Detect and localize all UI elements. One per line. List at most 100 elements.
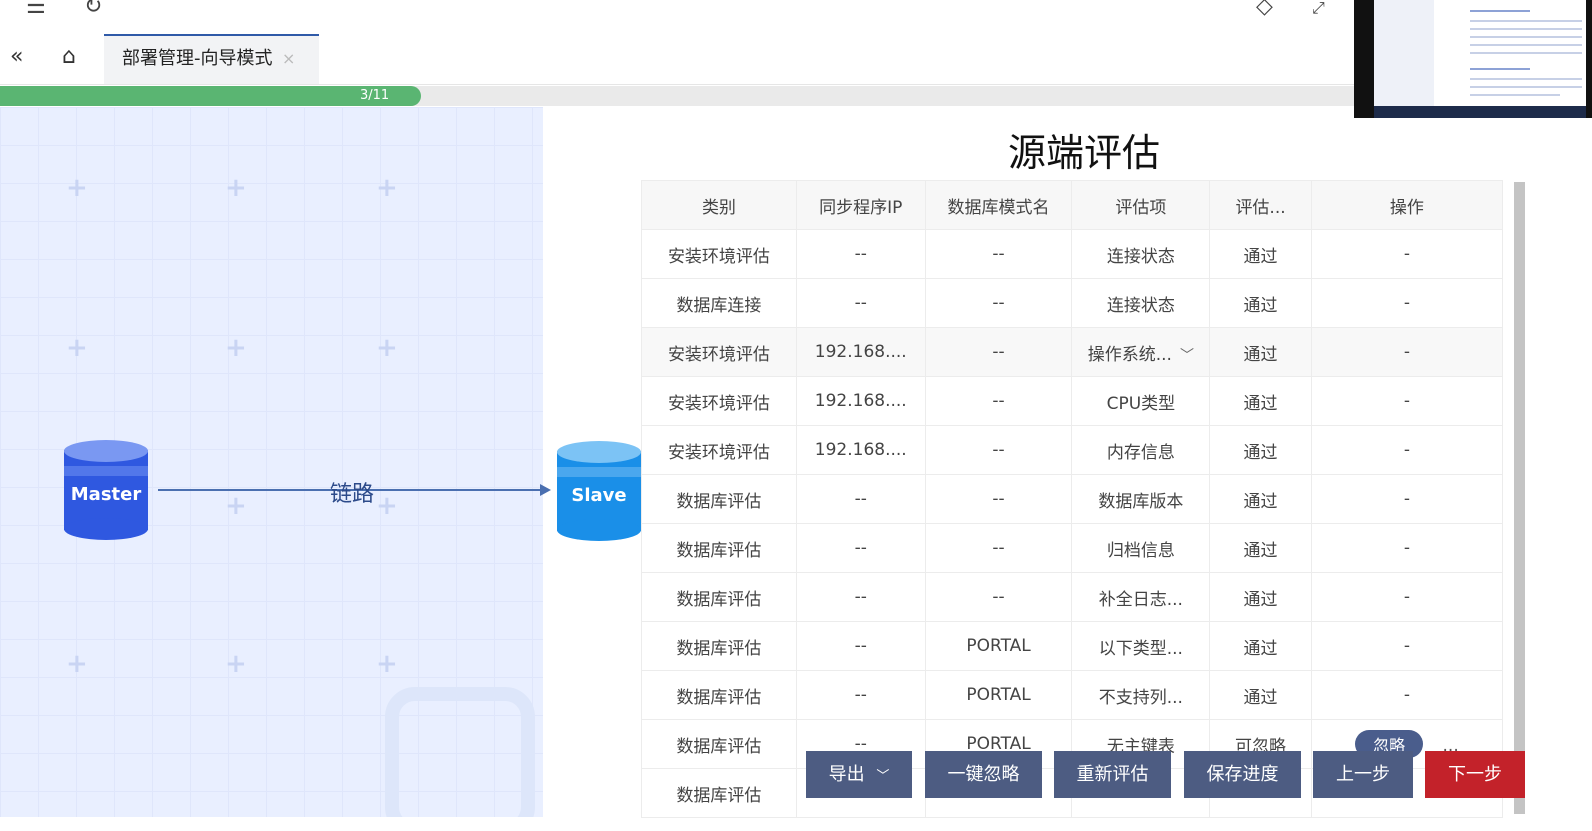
tab-deploy-wizard[interactable]: 部署管理-向导模式 × xyxy=(104,34,319,84)
next-step-button[interactable]: 下一步 xyxy=(1425,751,1525,798)
table-header-row: 类别 同步程序IP 数据库模式名 评估项 评估... 操作 xyxy=(641,180,1504,230)
table-row[interactable]: 数据库评估 -- PORTAL 不支持列... 通过 - xyxy=(641,670,1504,720)
column-header[interactable]: 数据库模式名 xyxy=(924,180,1073,230)
db-top xyxy=(557,441,641,463)
db-band xyxy=(64,466,148,476)
table-cell: 安装环境评估 xyxy=(641,229,797,279)
table-cell: - xyxy=(1310,327,1504,377)
grid-plus-icon: + xyxy=(225,491,247,521)
export-button[interactable]: 导出 ﹀ xyxy=(806,751,912,798)
table-row[interactable]: 数据库评估 -- -- 数据库版本 通过 - xyxy=(641,474,1504,524)
grid-plus-icon: + xyxy=(376,491,398,521)
table-cell: -- xyxy=(795,278,926,328)
table-cell: 安装环境评估 xyxy=(641,327,797,377)
table-cell: -- xyxy=(924,572,1073,622)
chevron-down-icon: ﹀ xyxy=(876,769,890,784)
table-cell: 通过 xyxy=(1209,229,1312,279)
thumbnail-screen xyxy=(1374,0,1586,106)
table-row[interactable]: 安装环境评估 192.168.... -- 内存信息 通过 - xyxy=(641,425,1504,475)
ignore-all-button[interactable]: 一键忽略 xyxy=(925,751,1042,798)
save-progress-button[interactable]: 保存进度 xyxy=(1184,751,1301,798)
screen-thumbnail[interactable] xyxy=(1354,0,1592,118)
grid-plus-icon: + xyxy=(225,173,247,203)
table-cell: -- xyxy=(924,523,1073,573)
table-cell: 数据库评估 xyxy=(641,523,797,573)
fullscreen-icon[interactable]: ⤢ xyxy=(1312,0,1325,18)
table-cell: 通过 xyxy=(1209,621,1312,671)
close-icon[interactable]: × xyxy=(282,36,295,82)
table-cell: PORTAL xyxy=(924,670,1073,720)
chevron-down-icon[interactable]: ﹀ xyxy=(1180,345,1194,365)
table-cell: 数据库评估 xyxy=(641,621,797,671)
table-cell: -- xyxy=(795,572,926,622)
thumbnail-line xyxy=(1470,52,1582,54)
thumbnail-line xyxy=(1470,10,1530,12)
table-cell: -- xyxy=(924,278,1073,328)
thumbnail-sidebar xyxy=(1374,0,1434,106)
home-icon[interactable]: ⌂ xyxy=(62,44,76,69)
table-cell: 通过 xyxy=(1209,670,1312,720)
previous-step-button[interactable]: 上一步 xyxy=(1313,751,1413,798)
table-cell: -- xyxy=(924,229,1073,279)
db-top xyxy=(64,440,148,462)
grid-plus-icon: + xyxy=(225,333,247,363)
double-chevron-left-icon[interactable]: « xyxy=(10,44,23,69)
table-cell: 通过 xyxy=(1209,327,1312,377)
table-cell: -- xyxy=(924,474,1073,524)
column-header[interactable]: 操作 xyxy=(1310,180,1504,230)
table-cell: - xyxy=(1310,376,1504,426)
table-cell: -- xyxy=(795,523,926,573)
table-cell: - xyxy=(1310,474,1504,524)
table-cell-text: 操作系统... xyxy=(1087,344,1172,365)
table-cell: - xyxy=(1310,670,1504,720)
table-cell: 192.168.... xyxy=(795,425,926,475)
column-header[interactable]: 类别 xyxy=(641,180,797,230)
slave-database-node[interactable]: Slave xyxy=(557,441,641,541)
table-cell: 补全日志... xyxy=(1071,572,1211,622)
table-cell: -- xyxy=(924,327,1073,377)
watermark-logo xyxy=(385,687,535,817)
table-cell: -- xyxy=(924,376,1073,426)
table-cell: -- xyxy=(795,670,926,720)
table-cell: 192.168.... xyxy=(795,327,926,377)
master-database-node[interactable]: Master xyxy=(64,440,148,540)
menu-fold-icon[interactable]: ☰ xyxy=(26,0,46,19)
table-row[interactable]: 安装环境评估 192.168.... -- 操作系统... ﹀ 通过 - xyxy=(641,327,1504,377)
table-row[interactable]: 安装环境评估 192.168.... -- CPU类型 通过 - xyxy=(641,376,1504,426)
table-cell: 数据库评估 xyxy=(641,474,797,524)
table-cell: -- xyxy=(795,229,926,279)
refresh-icon[interactable]: ↻ xyxy=(84,0,102,19)
page-title: 源端评估 xyxy=(1008,131,1161,175)
column-header[interactable]: 评估... xyxy=(1209,180,1312,230)
table-cell: 内存信息 xyxy=(1071,425,1211,475)
table-cell: 数据库评估 xyxy=(641,572,797,622)
thumbnail-taskbar xyxy=(1374,106,1586,118)
table-cell: 数据库连接 xyxy=(641,278,797,328)
reassess-button[interactable]: 重新评估 xyxy=(1054,751,1171,798)
table-row[interactable]: 安装环境评估 -- -- 连接状态 通过 - xyxy=(641,229,1504,279)
table-scrollbar[interactable] xyxy=(1514,182,1525,814)
table-cell: -- xyxy=(795,474,926,524)
table-cell: 连接状态 xyxy=(1071,229,1211,279)
table-row[interactable]: 数据库评估 -- -- 补全日志... 通过 - xyxy=(641,572,1504,622)
tag-icon[interactable]: ◇ xyxy=(1256,0,1273,19)
thumbnail-line xyxy=(1470,94,1560,96)
table-cell: 通过 xyxy=(1209,523,1312,573)
tab-bar: « ⌂ 部署管理-向导模式 × xyxy=(0,34,1380,85)
grid-plus-icon: + xyxy=(376,333,398,363)
table-row[interactable]: 数据库评估 -- PORTAL 以下类型... 通过 - xyxy=(641,621,1504,671)
table-row[interactable]: 数据库连接 -- -- 连接状态 通过 - xyxy=(641,278,1504,328)
table-cell: CPU类型 xyxy=(1071,376,1211,426)
column-header[interactable]: 同步程序IP xyxy=(795,180,926,230)
table-cell: - xyxy=(1310,425,1504,475)
grid-plus-icon: + xyxy=(376,173,398,203)
table-cell-expandable[interactable]: 操作系统... ﹀ xyxy=(1071,327,1211,377)
table-cell: 归档信息 xyxy=(1071,523,1211,573)
master-label: Master xyxy=(70,484,142,505)
table-row[interactable]: 数据库评估 -- -- 归档信息 通过 - xyxy=(641,523,1504,573)
table-cell: 数据库评估 xyxy=(641,719,797,769)
table-cell: 通过 xyxy=(1209,376,1312,426)
table-cell: - xyxy=(1310,278,1504,328)
column-header[interactable]: 评估项 xyxy=(1071,180,1211,230)
table-cell: 安装环境评估 xyxy=(641,376,797,426)
